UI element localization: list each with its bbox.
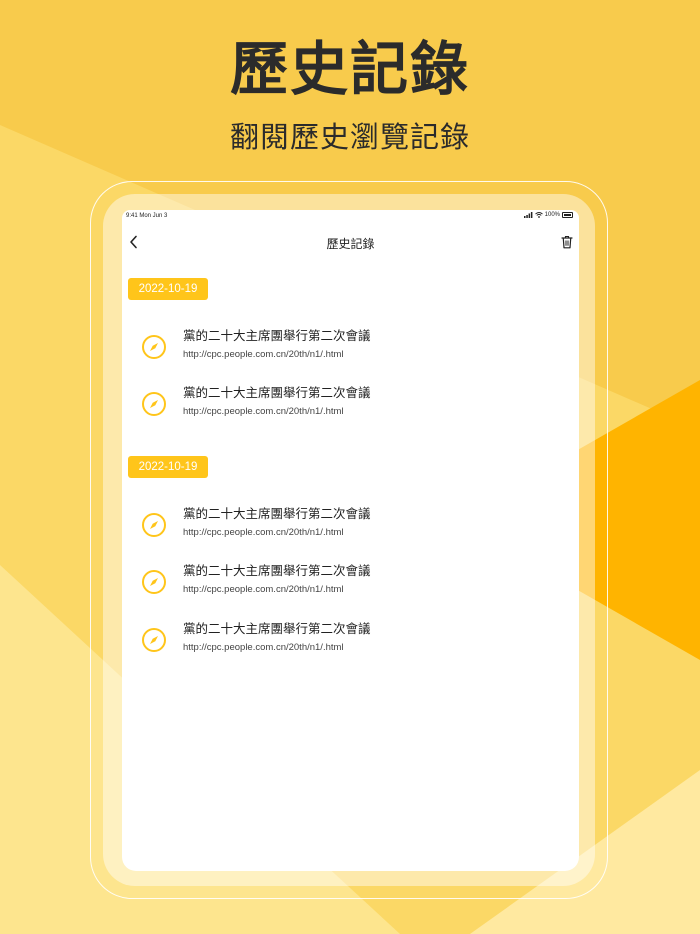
history-item[interactable]: 黨的二十大主席團舉行第二次會議 http://cpc.people.com.cn… [122, 382, 579, 428]
compass-icon [142, 570, 166, 594]
trash-icon [561, 235, 573, 249]
history-item[interactable]: 黨的二十大主席團舉行第二次會議 http://cpc.people.com.cn… [122, 560, 579, 606]
history-item-title: 黨的二十大主席團舉行第二次會議 [183, 563, 371, 578]
history-item-url: http://cpc.people.com.cn/20th/n1/.html [183, 406, 344, 417]
date-header: 2022-10-19 [128, 278, 208, 300]
history-item-title: 黨的二十大主席團舉行第二次會議 [183, 328, 371, 343]
history-item-url: http://cpc.people.com.cn/20th/n1/.html [183, 349, 344, 360]
compass-icon [142, 513, 166, 537]
compass-icon [142, 628, 166, 652]
battery-icon [562, 212, 573, 218]
device-screen: 9:41 Mon Jun 3 100% 歷史記錄 2022-10-19 黨的二十… [122, 210, 579, 871]
nav-bar: 歷史記錄 [122, 230, 579, 254]
compass-icon [142, 392, 166, 416]
promo-headline: 歷史記錄 [229, 35, 470, 103]
signal-icon [523, 212, 533, 218]
page-title: 歷史記錄 [326, 237, 375, 251]
battery-percent: 100% [544, 212, 560, 218]
history-item-title: 黨的二十大主席團舉行第二次會議 [183, 506, 371, 521]
status-bar: 9:41 Mon Jun 3 100% [122, 210, 579, 224]
status-indicators: 100% [523, 212, 573, 218]
history-item[interactable]: 黨的二十大主席團舉行第二次會議 http://cpc.people.com.cn… [122, 618, 579, 664]
history-item-url: http://cpc.people.com.cn/20th/n1/.html [183, 642, 344, 653]
promo-subline: 翻閱歷史瀏覽記錄 [229, 120, 470, 154]
history-item[interactable]: 黨的二十大主席團舉行第二次會議 http://cpc.people.com.cn… [122, 503, 579, 549]
wifi-icon [534, 212, 543, 218]
date-header: 2022-10-19 [128, 456, 208, 478]
history-item-title: 黨的二十大主席團舉行第二次會議 [183, 621, 371, 636]
history-item[interactable]: 黨的二十大主席團舉行第二次會議 http://cpc.people.com.cn… [122, 325, 579, 371]
history-item-url: http://cpc.people.com.cn/20th/n1/.html [183, 584, 344, 595]
delete-history-button[interactable] [559, 234, 575, 250]
history-item-url: http://cpc.people.com.cn/20th/n1/.html [183, 527, 344, 538]
history-item-title: 黨的二十大主席團舉行第二次會議 [183, 385, 371, 400]
compass-icon [142, 335, 166, 359]
status-time: 9:41 Mon Jun 3 [126, 213, 168, 219]
